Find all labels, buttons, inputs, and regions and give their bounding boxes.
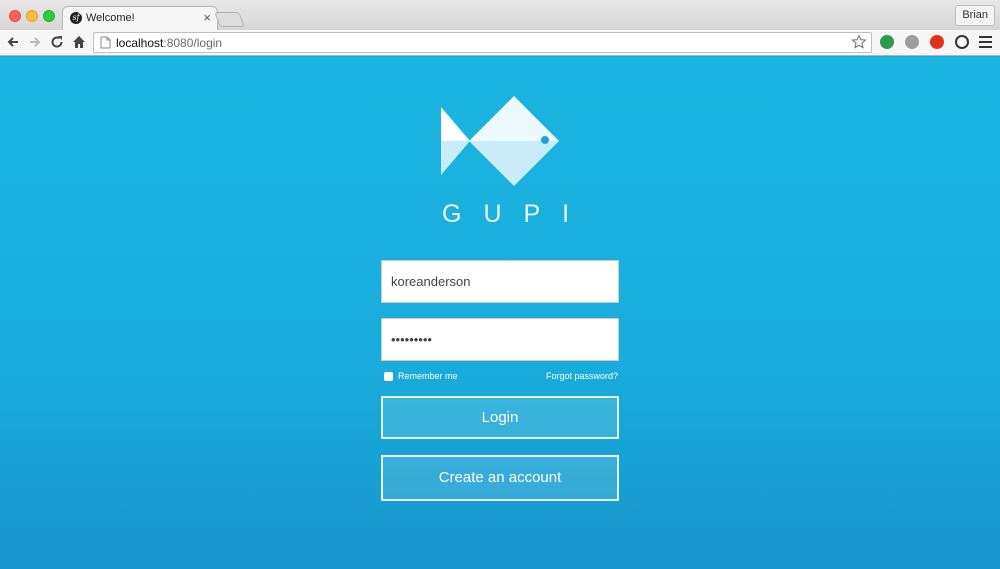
star-icon[interactable] (851, 34, 867, 50)
create-account-button[interactable]: Create an account (381, 455, 619, 501)
window-close-button[interactable] (9, 10, 21, 22)
url-text: localhost:8080/login (116, 36, 222, 50)
remember-me-checkbox[interactable] (384, 371, 393, 381)
tab-title: Welcome! (86, 12, 135, 24)
browser-tab[interactable]: sf Welcome! × (62, 6, 218, 31)
browser-toolbar: localhost:8080/login (0, 30, 1000, 56)
brand-name: GUPI (442, 200, 592, 228)
reload-icon[interactable] (48, 32, 66, 52)
username-field[interactable] (381, 260, 619, 303)
fish-logo-icon (441, 96, 559, 186)
username-input[interactable] (382, 261, 618, 302)
home-icon[interactable] (70, 32, 88, 52)
new-tab-button[interactable] (214, 12, 245, 27)
profile-button[interactable]: Brian (955, 5, 995, 26)
password-input[interactable] (382, 319, 618, 360)
extension-icon[interactable] (905, 35, 919, 49)
symfony-favicon-icon: sf (70, 12, 82, 24)
url-path: :8080/login (163, 36, 223, 50)
back-arrow-icon[interactable] (4, 32, 22, 52)
hangouts-extension-icon[interactable] (880, 35, 894, 49)
hamburger-menu-icon[interactable] (979, 36, 992, 51)
remember-me-label[interactable]: Remember me (398, 371, 458, 381)
login-button[interactable]: Login (381, 396, 619, 439)
forward-arrow-icon[interactable] (26, 32, 44, 52)
login-page: GUPI Remember me Forgot password? Login … (0, 57, 1000, 569)
password-field[interactable] (381, 318, 619, 361)
window-minimize-button[interactable] (26, 10, 38, 22)
info-extension-icon[interactable] (955, 35, 969, 49)
window-maximize-button[interactable] (43, 10, 55, 22)
page-icon (100, 36, 111, 49)
tab-close-icon[interactable]: × (203, 10, 211, 25)
window-titlebar: sf Welcome! × Brian (0, 0, 1000, 31)
adblock-extension-icon[interactable] (930, 35, 944, 49)
url-host: localhost (116, 36, 164, 50)
forgot-password-link[interactable]: Forgot password? (546, 371, 618, 381)
address-bar[interactable]: localhost:8080/login (93, 32, 872, 53)
remember-me[interactable]: Remember me (384, 371, 458, 381)
